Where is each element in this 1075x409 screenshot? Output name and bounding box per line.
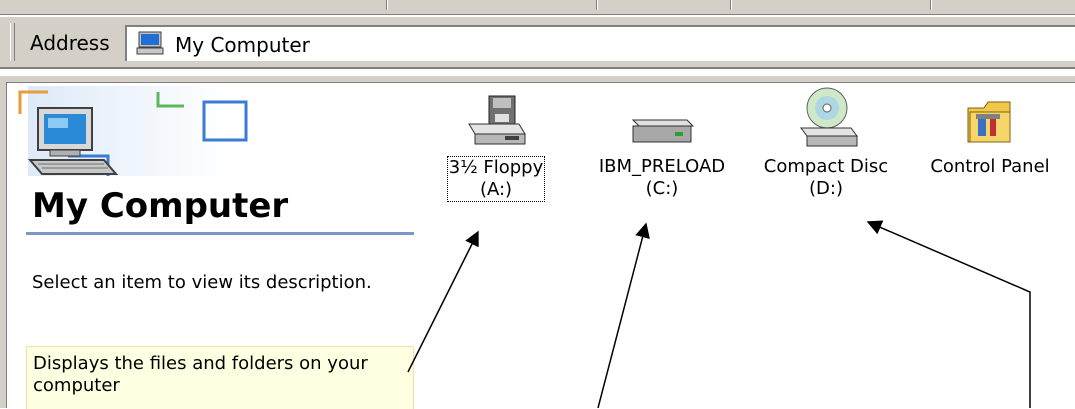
annotation-arrows xyxy=(407,220,1031,408)
arrow-to-hdd xyxy=(597,222,650,408)
arrow-to-cd xyxy=(866,220,1031,408)
arrow-to-floppy xyxy=(407,230,479,373)
